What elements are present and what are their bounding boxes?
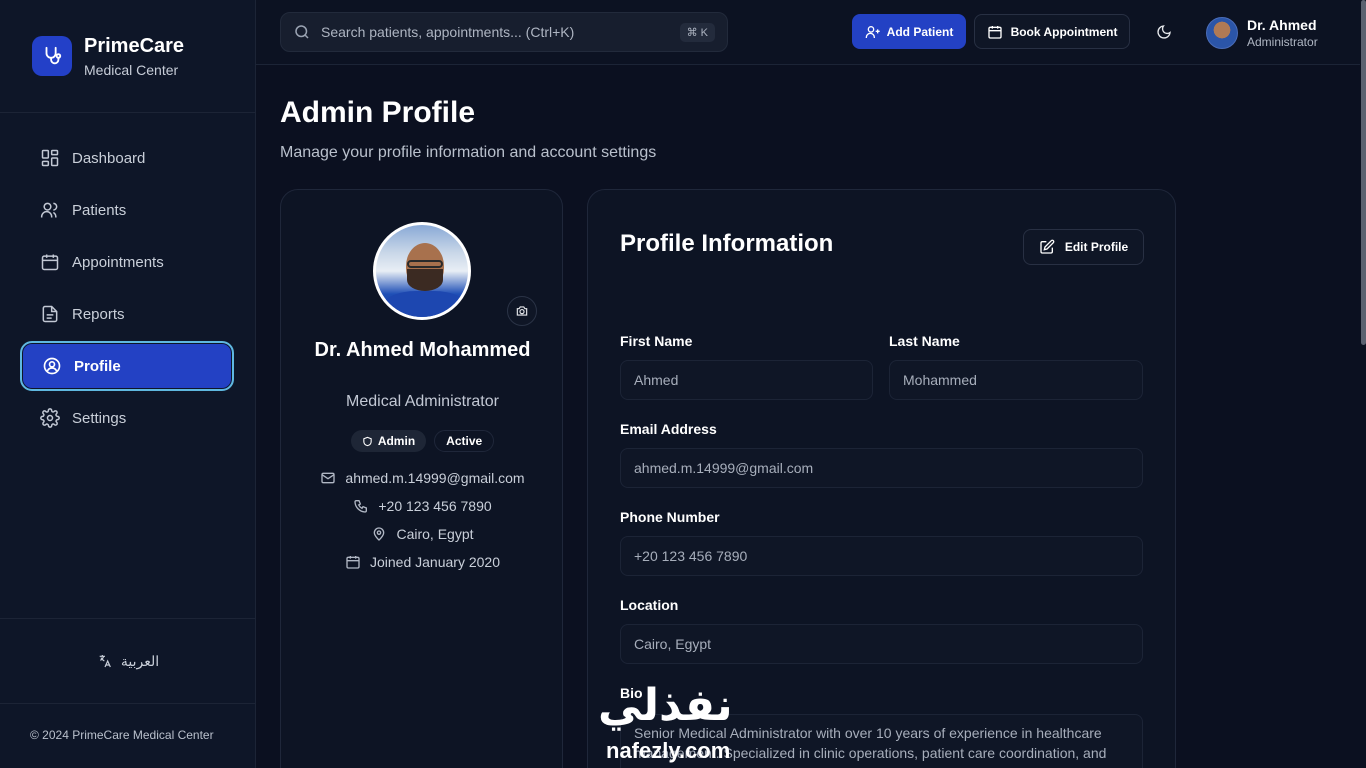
profile-location: Cairo, Egypt	[281, 526, 564, 542]
role-badge: Admin	[350, 430, 427, 452]
sidebar-item-label: Appointments	[72, 253, 164, 271]
sidebar-item-dashboard[interactable]: Dashboard	[20, 133, 234, 183]
search-placeholder: Search patients, appointments... (Ctrl+K…	[321, 24, 575, 40]
brand: PrimeCare Medical Center	[0, 0, 256, 113]
book-appointment-button[interactable]: Book Appointment	[974, 14, 1130, 49]
add-patient-button[interactable]: Add Patient	[852, 14, 966, 49]
search-input[interactable]: Search patients, appointments... (Ctrl+K…	[280, 12, 728, 52]
shield-icon	[362, 436, 373, 447]
sidebar: PrimeCare Medical Center Dashboard Patie…	[0, 0, 256, 768]
dashboard-icon	[40, 148, 60, 168]
sidebar-item-label: Reports	[72, 305, 125, 323]
change-photo-button[interactable]	[507, 296, 537, 326]
bio-field[interactable]: Senior Medical Administrator with over 1…	[620, 714, 1143, 768]
calendar-icon	[345, 554, 361, 570]
sidebar-item-profile[interactable]: Profile	[20, 341, 234, 391]
sidebar-item-label: Settings	[72, 409, 127, 427]
email-label: Email Address	[620, 421, 717, 437]
page-subtitle: Manage your profile information and acco…	[280, 144, 657, 161]
last-name-field[interactable]: Mohammed	[889, 360, 1143, 400]
mail-icon	[320, 470, 336, 486]
phone-label: Phone Number	[620, 509, 720, 525]
search-shortcut: ⌘ K	[679, 22, 715, 42]
add-patient-label: Add Patient	[886, 24, 954, 39]
profile-badges: Admin Active	[281, 430, 564, 452]
sidebar-item-label: Patients	[72, 201, 127, 219]
email-field[interactable]: ahmed.m.14999@gmail.com	[620, 448, 1143, 488]
phone-icon	[353, 498, 369, 514]
location-label: Location	[620, 597, 679, 613]
profile-phone: +20 123 456 7890	[281, 498, 564, 514]
avatar	[1206, 17, 1238, 49]
profile-location-text: Cairo, Egypt	[396, 526, 474, 542]
profile-phone-text: +20 123 456 7890	[378, 498, 492, 514]
brand-subtitle: Medical Center	[84, 62, 179, 78]
profile-joined-text: Joined January 2020	[370, 554, 500, 570]
brand-name: PrimeCare	[84, 35, 185, 57]
sidebar-item-label: Profile	[74, 357, 121, 375]
last-name-label: Last Name	[889, 333, 960, 349]
edit-icon	[1039, 239, 1055, 255]
first-name-field[interactable]: Ahmed	[620, 360, 873, 400]
copyright: © 2024 PrimeCare Medical Center	[30, 728, 214, 742]
topbar: Search patients, appointments... (Ctrl+K…	[256, 0, 1360, 65]
profile-name: Dr. Ahmed Mohammed	[314, 339, 531, 361]
gear-icon	[40, 408, 60, 428]
phone-field[interactable]: +20 123 456 7890	[620, 536, 1143, 576]
profile-email-text: ahmed.m.14999@gmail.com	[345, 470, 525, 486]
sidebar-item-settings[interactable]: Settings	[20, 393, 234, 443]
search-icon	[293, 23, 311, 41]
user-name: Dr. Ahmed	[1247, 16, 1317, 33]
sidebar-item-appointments[interactable]: Appointments	[20, 237, 234, 287]
calendar-icon	[987, 24, 1003, 40]
profile-avatar	[373, 222, 471, 320]
translate-icon	[97, 653, 113, 669]
page-title: Admin Profile	[280, 96, 476, 129]
profile-card: Dr. Ahmed Mohammed Medical Administrator…	[280, 189, 563, 768]
map-pin-icon	[371, 526, 387, 542]
sidebar-item-label: Dashboard	[72, 149, 146, 167]
moon-icon	[1156, 24, 1172, 40]
calendar-icon	[40, 252, 60, 272]
profile-role: Medical Administrator	[346, 393, 499, 410]
language-label: العربية	[120, 652, 160, 669]
stethoscope-icon[interactable]	[32, 36, 72, 76]
user-role: Administrator	[1247, 34, 1318, 49]
profile-info-title: Profile Information	[620, 230, 834, 257]
status-badge: Active	[434, 430, 495, 452]
users-icon	[40, 200, 60, 220]
profile-info-card: Profile Information Edit Profile First N…	[587, 189, 1176, 768]
book-appointment-label: Book Appointment	[1010, 24, 1118, 39]
edit-profile-label: Edit Profile	[1064, 240, 1129, 254]
sidebar-item-patients[interactable]: Patients	[20, 185, 234, 235]
profile-joined: Joined January 2020	[281, 554, 564, 570]
camera-icon	[515, 304, 529, 318]
file-text-icon	[40, 304, 60, 324]
location-field[interactable]: Cairo, Egypt	[620, 624, 1143, 664]
sidebar-item-reports[interactable]: Reports	[20, 289, 234, 339]
language-switch[interactable]: العربية	[0, 618, 256, 704]
user-menu[interactable]: Dr. Ahmed Administrator	[1206, 15, 1318, 51]
first-name-label: First Name	[620, 333, 693, 349]
scrollbar[interactable]	[1361, 0, 1366, 345]
profile-email: ahmed.m.14999@gmail.com	[281, 470, 564, 486]
theme-toggle-button[interactable]	[1150, 18, 1178, 46]
role-badge-label: Admin	[377, 434, 416, 448]
bio-label: Bio	[620, 685, 643, 701]
user-circle-icon	[42, 356, 62, 376]
user-plus-icon	[865, 24, 881, 40]
edit-profile-button[interactable]: Edit Profile	[1023, 229, 1144, 265]
